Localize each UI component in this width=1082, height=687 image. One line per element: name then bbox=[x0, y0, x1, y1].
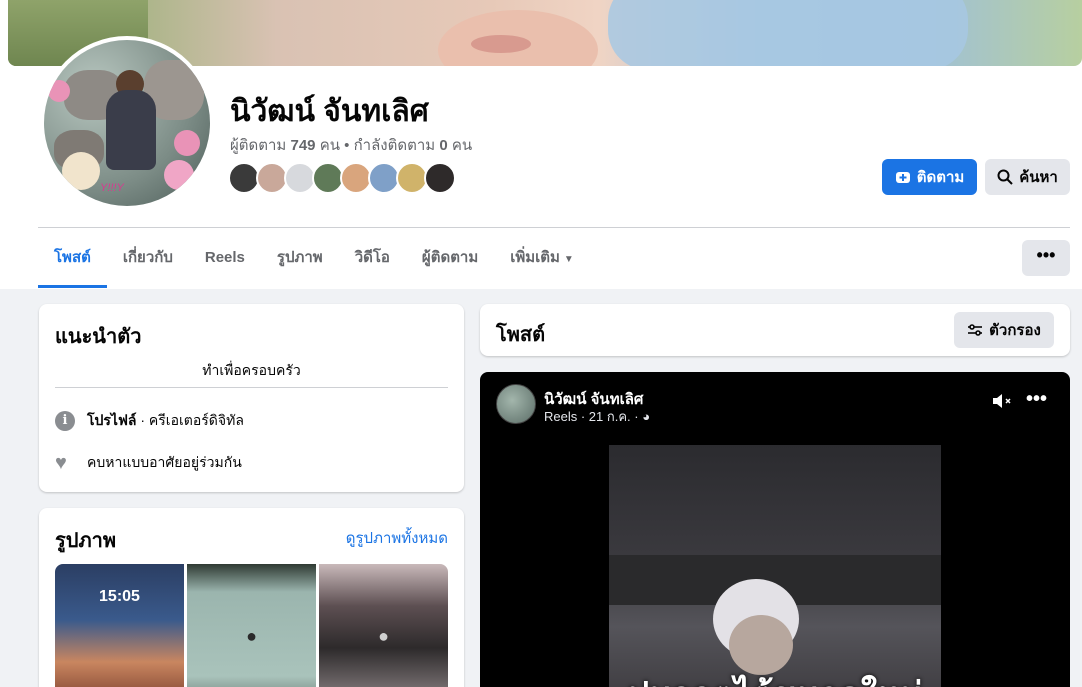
follow-button[interactable]: ติดตาม bbox=[882, 159, 977, 195]
tab-reels[interactable]: Reels bbox=[189, 232, 261, 288]
post-options-icon[interactable]: ••• bbox=[1026, 388, 1047, 411]
search-button[interactable]: ค้นหา bbox=[985, 159, 1070, 195]
apple-logo-icon: ● bbox=[246, 626, 257, 646]
posts-header-card: โพสต์ ตัวกรอง bbox=[480, 304, 1070, 356]
following-unit: คน bbox=[451, 137, 473, 154]
post-author-avatar[interactable] bbox=[496, 384, 536, 424]
tab-videos[interactable]: วิดีโอ bbox=[339, 232, 406, 288]
follow-icon bbox=[895, 172, 910, 183]
intro-relationship-row: ♥ คบหาแบบอาศัยอยู่ร่วมกัน bbox=[55, 452, 242, 474]
follow-label: ติดตาม bbox=[916, 169, 965, 186]
profile-type-label: โปรไฟล์ bbox=[87, 412, 137, 428]
profile-name: นิวัฒน์ จันทเลิศ bbox=[230, 95, 429, 128]
tab-posts[interactable]: โพสต์ bbox=[38, 232, 107, 288]
intro-profile-row: i โปรไฟล์ · ครีเอเตอร์ดิจิทัล bbox=[55, 410, 244, 432]
search-icon bbox=[997, 169, 1013, 185]
following-count[interactable]: 0 bbox=[439, 137, 447, 154]
profile-avatar[interactable]: Y!!!Y bbox=[40, 36, 214, 210]
intro-card: แนะนำตัว ทำเพื่อครอบครัว i โปรไฟล์ · ครี… bbox=[39, 304, 464, 492]
profile-type-value: · ครีเอเตอร์ดิจิทัล bbox=[136, 412, 244, 428]
reel-video[interactable]: ปมจกตไต้ขนาดใหม่ bbox=[609, 445, 941, 687]
caret-down-icon: ▼ bbox=[563, 254, 574, 265]
reel-post: นิวัฒน์ จันทเลิศ Reels · 21 ก.ค. · ◕ •••… bbox=[480, 372, 1070, 687]
heart-icon: ♥ bbox=[55, 452, 67, 474]
filter-label: ตัวกรอง bbox=[989, 322, 1041, 339]
profile-header: Y!!!Y นิวัฒน์ จันทเลิศ ผู้ติดตาม 749 คน … bbox=[0, 0, 1082, 289]
follower-stats: ผู้ติดตาม 749 คน • กำลังติดตาม 0 คน bbox=[230, 133, 472, 157]
apple-logo-icon: ● bbox=[378, 626, 389, 646]
header-divider bbox=[38, 227, 1070, 228]
tab-followers[interactable]: ผู้ติดตาม bbox=[406, 232, 494, 288]
profile-tabs: โพสต์ เกี่ยวกับ Reels รูปภาพ วิดีโอ ผู้ต… bbox=[38, 232, 590, 288]
phone-clock-text: 15:05 bbox=[99, 588, 140, 605]
info-icon: i bbox=[55, 411, 75, 431]
intro-divider bbox=[55, 387, 448, 388]
photo-thumbnail[interactable]: ● bbox=[319, 564, 448, 687]
filter-icon bbox=[968, 324, 983, 336]
tab-about[interactable]: เกี่ยวกับ bbox=[107, 232, 189, 288]
following-label: • กำลังติดตาม bbox=[344, 137, 436, 154]
more-options-button[interactable]: ••• bbox=[1022, 240, 1070, 276]
public-globe-icon: ◕ bbox=[642, 409, 651, 424]
followers-unit: คน bbox=[319, 137, 340, 154]
follower-avatar[interactable] bbox=[424, 162, 456, 194]
relationship-text: คบหาแบบอาศัยอยู่ร่วมกัน bbox=[87, 454, 242, 470]
teddy-bear-icon bbox=[62, 152, 100, 190]
see-all-photos-link[interactable]: ดูรูปภาพทั้งหมด bbox=[346, 526, 448, 550]
followers-count[interactable]: 749 bbox=[291, 137, 316, 154]
followers-label: ผู้ติดตาม bbox=[230, 137, 287, 154]
search-label: ค้นหา bbox=[1019, 169, 1058, 186]
post-meta-text[interactable]: Reels · 21 ก.ค. · bbox=[544, 409, 639, 424]
tab-more[interactable]: เพิ่มเติม ▼ bbox=[494, 232, 590, 288]
video-caption: ปมจกตไต้ขนาดใหม่ bbox=[609, 667, 941, 687]
mute-icon[interactable] bbox=[992, 392, 1014, 415]
tab-photos[interactable]: รูปภาพ bbox=[261, 232, 339, 288]
posts-title: โพสต์ bbox=[496, 324, 546, 346]
filter-button[interactable]: ตัวกรอง bbox=[954, 312, 1054, 348]
intro-title: แนะนำตัว bbox=[55, 326, 142, 348]
photos-title: รูปภาพ bbox=[55, 530, 117, 552]
intro-bio: ทำเพื่อครอบครัว bbox=[202, 362, 301, 378]
photos-card: รูปภาพ ดูรูปภาพทั้งหมด 15:05 ● ● bbox=[39, 508, 464, 687]
post-meta: Reels · 21 ก.ค. · ◕ bbox=[544, 406, 650, 427]
photo-thumbnail[interactable]: 15:05 bbox=[55, 564, 184, 687]
avatar-signature: Y!!!Y bbox=[100, 182, 124, 194]
photo-thumbnail[interactable]: ● bbox=[187, 564, 316, 687]
